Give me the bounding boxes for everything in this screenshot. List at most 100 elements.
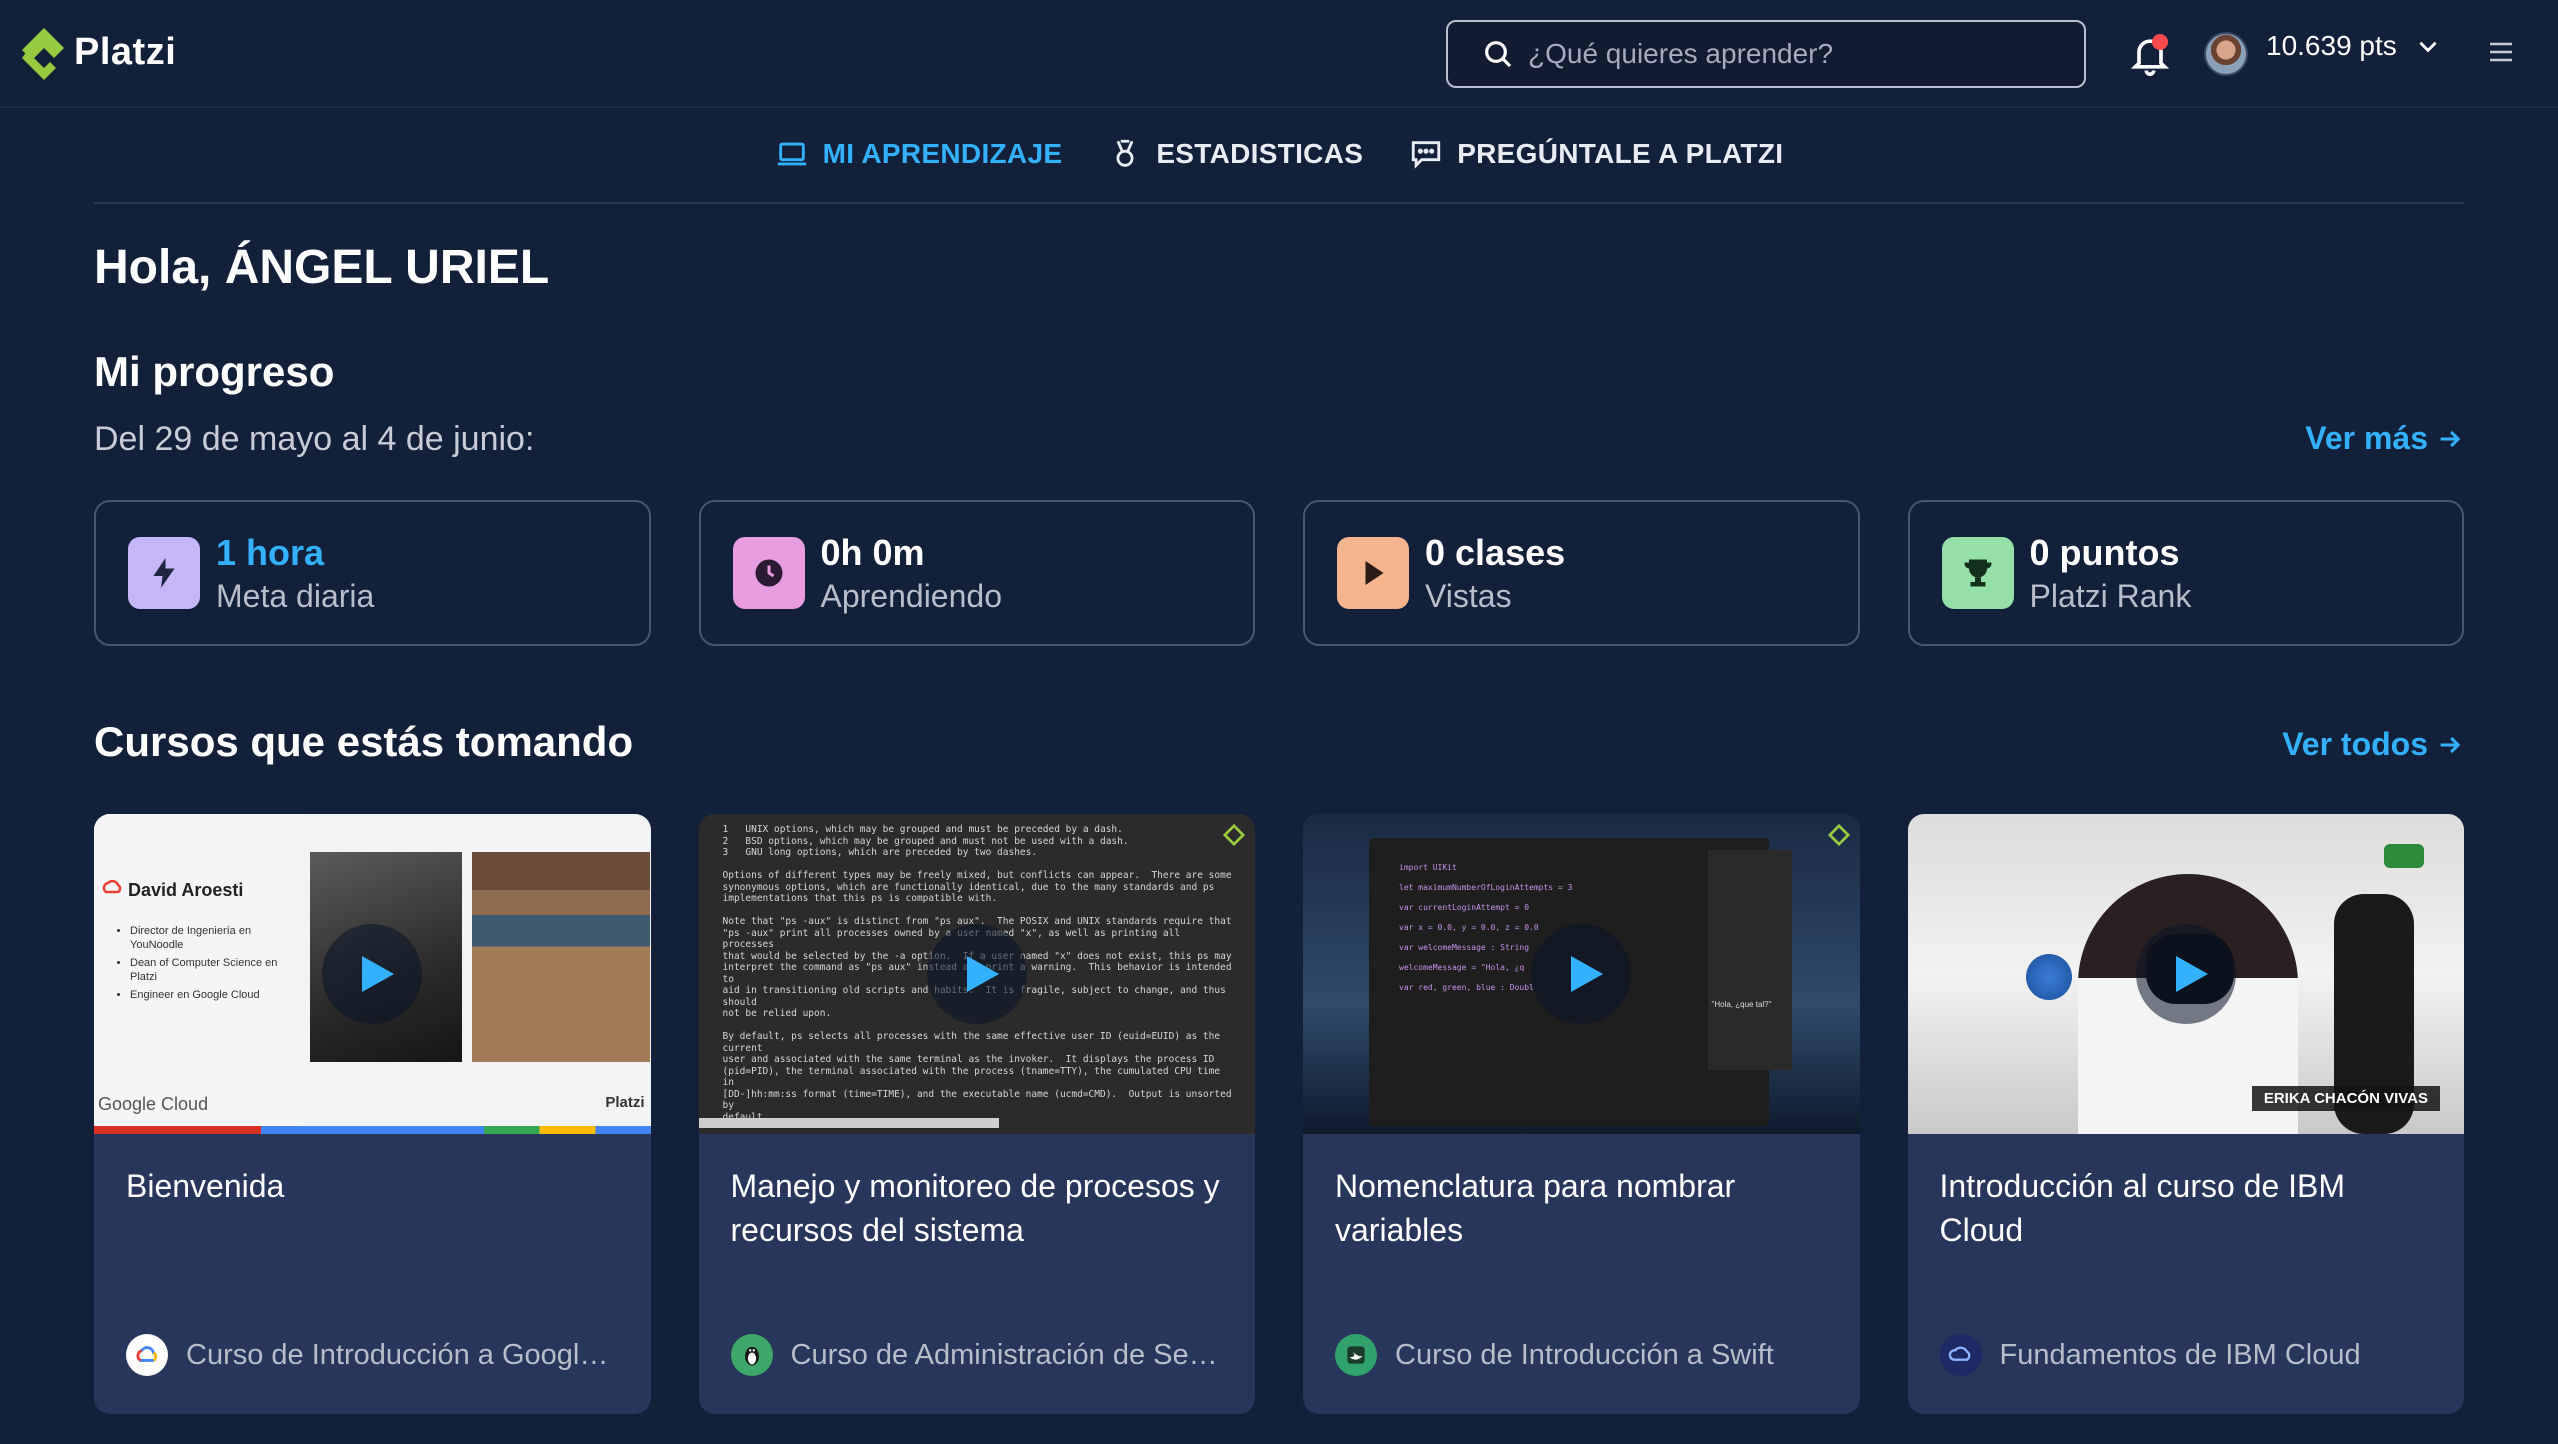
points-menu[interactable]: 10.639 pts — [2266, 30, 2441, 62]
chat-icon — [1412, 141, 1441, 169]
medal-icon — [1116, 139, 1134, 167]
stat-value: 0 puntos — [2029, 531, 2180, 573]
lesson-title: Bienvenida — [126, 1168, 285, 1204]
progress-date-range: Del 29 de mayo al 4 de junio: — [94, 420, 535, 458]
play-button[interactable] — [1531, 924, 1632, 1024]
instructor-bullets: Director de Ingeniería en YouNoodle Dean… — [116, 924, 286, 1006]
stat-meta-diaria[interactable]: 1 hora Meta diaria — [94, 500, 651, 646]
course-card[interactable]: David Aroesti Director de Ingeniería en … — [94, 814, 651, 1414]
platzi-logo-icon — [22, 28, 64, 80]
stat-icon-box — [1337, 537, 1409, 609]
arrow-right-icon — [2440, 736, 2461, 753]
top-bar: Platzi 10.639 pts — [0, 0, 2558, 108]
play-icon — [966, 956, 999, 992]
terminal-status-bar — [698, 1118, 999, 1128]
stat-label: Aprendiendo — [820, 577, 1002, 614]
course-card[interactable]: ERIKA CHACÓN VIVAS Introducción al curso… — [1907, 814, 2464, 1414]
stat-icon-box — [128, 537, 200, 609]
search-icon — [1485, 41, 1512, 68]
video-thumbnail[interactable]: David Aroesti Director de Ingeniería en … — [94, 814, 651, 1134]
lesson-title: Manejo y monitoreo de procesos y recurso… — [730, 1168, 1220, 1248]
tab-label: MI APRENDIZAJE — [822, 138, 1063, 169]
course-name[interactable]: Curso de Administración de Ser… — [791, 1339, 1224, 1372]
stat-aprendiendo[interactable]: 0h 0m Aprendiendo — [698, 500, 1255, 646]
tab-estadisticas[interactable]: ESTADISTICAS — [1108, 137, 1363, 171]
chevron-down-icon — [2419, 41, 2437, 53]
google-cloud-icon — [102, 879, 122, 894]
clock-icon — [755, 559, 782, 587]
notification-dot — [2152, 34, 2168, 50]
stat-value: 1 hora — [216, 531, 325, 573]
stat-value: 0h 0m — [820, 531, 925, 573]
video-thumbnail[interactable]: import UIKit let maximumNumberOfLoginAtt… — [1303, 814, 1860, 1134]
code-line: var x = 0.0, y = 0.0, z = 0.0 — [1399, 923, 1539, 932]
code-line: import UIKit — [1399, 863, 1457, 872]
course-card[interactable]: import UIKit let maximumNumberOfLoginAtt… — [1303, 814, 1860, 1414]
search-input[interactable] — [1528, 38, 2068, 70]
tab-label: PREGÚNTALE A PLATZI — [1457, 138, 1784, 169]
lesson-title: Introducción al curso de IBM Cloud — [1939, 1168, 2346, 1248]
platzi-logo[interactable]: Platzi — [20, 24, 176, 80]
avatar[interactable] — [2204, 32, 2248, 76]
ver-todos-label: Ver todos — [2282, 726, 2428, 762]
bullet: Dean of Computer Science en Platzi — [130, 956, 286, 984]
hamburger-menu-icon[interactable] — [2486, 38, 2516, 66]
play-button[interactable] — [322, 924, 423, 1024]
course-name[interactable]: Fundamentos de IBM Cloud — [2000, 1339, 2361, 1372]
bullet: Director de Ingeniería en YouNoodle — [130, 924, 286, 952]
greeting: Hola, ÁNGEL URIEL — [94, 241, 550, 294]
instructor-video — [472, 852, 650, 1062]
console-output: "Hola, ¿que tal?" — [1711, 1000, 1772, 1009]
progress-title: Mi progreso — [94, 348, 335, 395]
course-card[interactable]: 1 UNIX options, which may be grouped and… — [698, 814, 1255, 1414]
course-name[interactable]: Curso de Introducción a Swift — [1395, 1339, 1774, 1372]
ibm-cloud-icon — [1948, 1346, 1970, 1361]
platzi-logo-icon — [1827, 824, 1850, 846]
lesson-title: Nomenclatura para nombrar variables — [1335, 1168, 1736, 1248]
code-line: var currentLoginAttempt = 0 — [1399, 903, 1530, 912]
course-footer: Curso de Introducción a Swift — [1335, 1334, 1828, 1376]
course-badge — [1335, 1334, 1377, 1376]
learning-tabs: MI APRENDIZAJE ESTADISTICAS PREGÚNTALE A… — [0, 128, 2558, 180]
play-button[interactable] — [926, 924, 1027, 1024]
ver-mas-link[interactable]: Ver más — [2305, 420, 2464, 457]
stat-label: Vistas — [1425, 577, 1512, 614]
trophy-icon — [1964, 559, 1991, 587]
stat-clases[interactable]: 0 clases Vistas — [1303, 500, 1860, 646]
swift-bird-icon — [1347, 1346, 1365, 1364]
course-footer: Curso de Administración de Ser… — [730, 1334, 1224, 1376]
stat-icon-box — [1941, 537, 2014, 609]
notifications-button[interactable] — [2128, 32, 2172, 76]
stat-label: Meta diaria — [216, 577, 375, 614]
ver-todos-link[interactable]: Ver todos — [2282, 726, 2464, 763]
stat-value: 0 clases — [1425, 531, 1566, 573]
play-icon — [362, 956, 395, 992]
course-name[interactable]: Curso de Introducción a Google… — [186, 1339, 619, 1372]
google-cloud-brand: Google Cloud — [98, 1094, 209, 1114]
search-box[interactable] — [1446, 20, 2086, 88]
cow-figure — [2384, 844, 2424, 868]
course-badge — [1939, 1334, 1982, 1376]
instructor-lower-third: ERIKA CHACÓN VIVAS — [2251, 1086, 2440, 1111]
linux-penguin-icon — [744, 1346, 759, 1366]
color-strip — [94, 1126, 651, 1134]
video-thumbnail[interactable]: 1 UNIX options, which may be grouped and… — [698, 814, 1255, 1134]
arrow-right-icon — [2440, 430, 2461, 447]
code-line: let maximumNumberOfLoginAttempts = 3 — [1399, 883, 1573, 892]
platzi-watermark: Platzi — [605, 1094, 645, 1111]
laptop-icon — [777, 142, 806, 166]
stat-platzi-rank[interactable]: 0 puntos Platzi Rank — [1907, 500, 2464, 646]
google-cloud-icon — [136, 1346, 158, 1362]
play-button[interactable] — [2135, 924, 2236, 1024]
bolt-icon — [153, 558, 175, 588]
course-badge — [126, 1334, 168, 1376]
stat-icon-box — [732, 537, 805, 609]
tab-mi-aprendizaje[interactable]: MI APRENDIZAJE — [775, 137, 1063, 171]
stat-label: Platzi Rank — [2029, 577, 2192, 614]
tab-preguntale[interactable]: PREGÚNTALE A PLATZI — [1409, 137, 1783, 171]
course-badge — [730, 1334, 773, 1376]
video-thumbnail[interactable]: ERIKA CHACÓN VIVAS — [1907, 814, 2464, 1134]
points-value: 10.639 pts — [2266, 30, 2397, 61]
bullet: Engineer en Google Cloud — [130, 988, 286, 1002]
progress-stats: 1 hora Meta diaria 0h 0m Aprendiendo 0 c… — [94, 500, 2464, 646]
